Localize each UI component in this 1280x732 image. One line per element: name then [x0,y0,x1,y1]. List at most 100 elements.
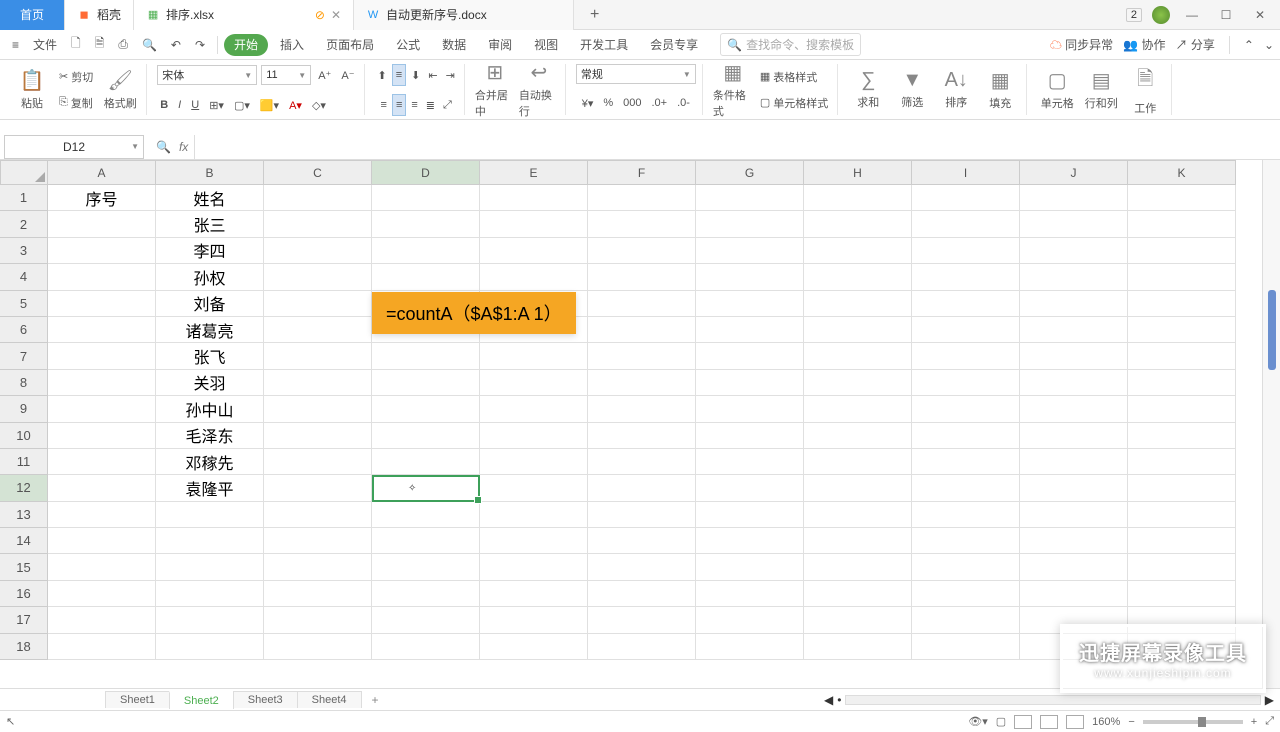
cell-F10[interactable] [588,423,696,449]
cell-I4[interactable] [912,264,1020,290]
sheet-tab-2[interactable]: Sheet2 [169,691,234,709]
tab-home[interactable]: 首页 [0,0,65,30]
cond-format-button[interactable]: ▦条件格式 [713,60,753,119]
badge-number[interactable]: 2 [1126,8,1142,22]
cell-K8[interactable] [1128,370,1236,396]
cell-E7[interactable] [480,343,588,369]
tab-add[interactable]: + [574,0,615,30]
row-header-13[interactable]: 13 [0,502,48,528]
cell-F5[interactable] [588,291,696,317]
cell-J11[interactable] [1020,449,1128,475]
italic-button[interactable]: I [175,94,184,116]
cell-G18[interactable] [696,634,804,660]
cell-I9[interactable] [912,396,1020,422]
cell-I5[interactable] [912,291,1020,317]
cell-E12[interactable] [480,475,588,501]
horizontal-scrollbar[interactable] [845,695,1260,705]
cell-style-button[interactable]: ▢单元格样式 [757,92,831,114]
cell-B6[interactable]: 诸葛亮 [156,317,264,343]
cell-G16[interactable] [696,581,804,607]
cell-F6[interactable] [588,317,696,343]
cell-G6[interactable] [696,317,804,343]
cell-F15[interactable] [588,554,696,580]
cell-H12[interactable] [804,475,912,501]
cell-D15[interactable] [372,554,480,580]
cell-D4[interactable] [372,264,480,290]
cell-C1[interactable] [264,185,372,211]
app-menu-icon[interactable]: ≡ [6,34,25,56]
view-break-button[interactable] [1066,715,1084,729]
menu-tab-start[interactable]: 开始 [224,34,268,56]
cell-A3[interactable] [48,238,156,264]
menu-tab-formula[interactable]: 公式 [386,30,430,60]
menu-tab-pagelayout[interactable]: 页面布局 [316,30,384,60]
border-button[interactable]: ⊞▾ [206,94,227,116]
zoom-out-button[interactable]: − [1128,716,1134,728]
sync-status[interactable]: 同步异常 [1065,38,1113,52]
cell-B13[interactable] [156,502,264,528]
cell-D8[interactable] [372,370,480,396]
cell-A13[interactable] [48,502,156,528]
cell-F1[interactable] [588,185,696,211]
cell-K1[interactable] [1128,185,1236,211]
cell-G15[interactable] [696,554,804,580]
scroll-thumb-dot[interactable]: • [837,693,841,707]
cell-E11[interactable] [480,449,588,475]
fill-button[interactable]: ▦填充 [980,68,1020,111]
close-button[interactable]: ✕ [1248,3,1272,27]
bold-button[interactable]: B [157,94,171,116]
cell-C16[interactable] [264,581,372,607]
cell-J13[interactable] [1020,502,1128,528]
inc-decimal-button[interactable]: .0+ [648,92,670,114]
cell-B5[interactable]: 刘备 [156,291,264,317]
col-header-K[interactable]: K [1128,160,1236,185]
cell-A14[interactable] [48,528,156,554]
cell-B11[interactable]: 邓稼先 [156,449,264,475]
cell-C2[interactable] [264,211,372,237]
cell-button[interactable]: ▢单元格 [1037,68,1077,111]
cell-A8[interactable] [48,370,156,396]
cell-G3[interactable] [696,238,804,264]
cell-D18[interactable] [372,634,480,660]
cell-A17[interactable] [48,607,156,633]
cell-A16[interactable] [48,581,156,607]
cell-D2[interactable] [372,211,480,237]
cell-J2[interactable] [1020,211,1128,237]
cell-I10[interactable] [912,423,1020,449]
zoom-value[interactable]: 160% [1092,716,1120,728]
indent-right-button[interactable]: ⇥ [443,64,458,86]
cell-C6[interactable] [264,317,372,343]
cell-I12[interactable] [912,475,1020,501]
dec-decimal-button[interactable]: .0- [674,92,693,114]
scroll-thumb[interactable] [1268,290,1276,370]
underline-button[interactable]: U [188,94,202,116]
cell-K4[interactable] [1128,264,1236,290]
cell-B9[interactable]: 孙中山 [156,396,264,422]
formula-input[interactable] [194,135,1280,159]
row-header-10[interactable]: 10 [0,423,48,449]
cell-J1[interactable] [1020,185,1128,211]
cell-H17[interactable] [804,607,912,633]
cell-G9[interactable] [696,396,804,422]
cell-I6[interactable] [912,317,1020,343]
cell-H2[interactable] [804,211,912,237]
cell-J14[interactable] [1020,528,1128,554]
indent-left-button[interactable]: ⇤ [425,64,440,86]
decrease-font-button[interactable]: A⁻ [338,64,357,86]
cell-F2[interactable] [588,211,696,237]
cell-I14[interactable] [912,528,1020,554]
cell-B15[interactable] [156,554,264,580]
cell-D17[interactable] [372,607,480,633]
view-page-button[interactable] [1040,715,1058,729]
row-header-17[interactable]: 17 [0,607,48,633]
font-name-select[interactable]: 宋体▼ [157,65,257,85]
cell-E13[interactable] [480,502,588,528]
cell-C13[interactable] [264,502,372,528]
align-bottom-button[interactable]: ⬇ [408,64,423,86]
cell-K3[interactable] [1128,238,1236,264]
scroll-right-icon[interactable]: ▶ [1265,693,1274,707]
row-header-1[interactable]: 1 [0,185,48,211]
zoom-in-button[interactable]: + [1251,716,1257,728]
row-header-6[interactable]: 6 [0,317,48,343]
row-header-18[interactable]: 18 [0,634,48,660]
